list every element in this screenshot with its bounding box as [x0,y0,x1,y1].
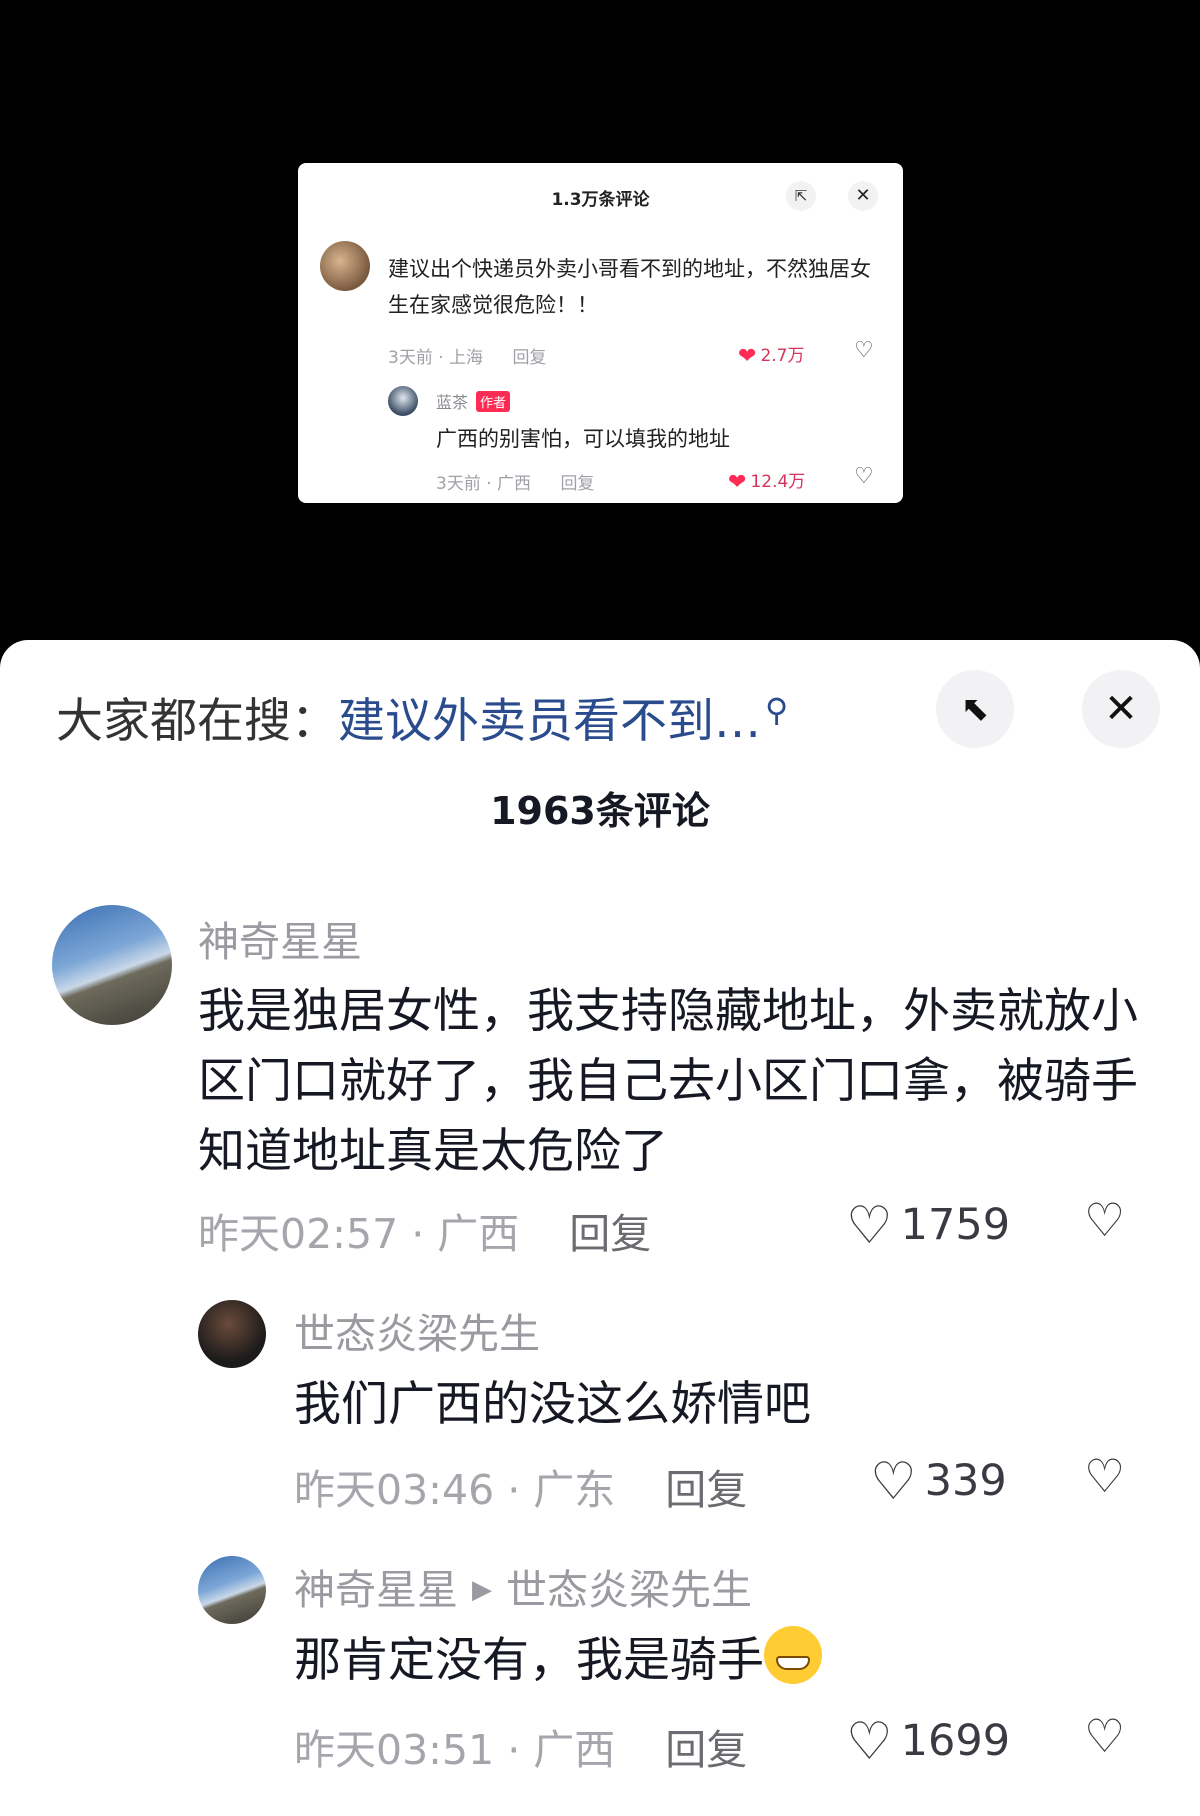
broken-heart-icon: ♡ [854,464,874,489]
author-reply-meta: 3天前 · 广西 回复 [436,469,618,494]
trending-search[interactable]: 大家都在搜：建议外卖员看不到… ⚲ [56,682,788,751]
like-count: ❤ 12.4万 [728,470,806,495]
comment-text: 我们广西的没这么娇情吧 [294,1377,811,1432]
like-count: ❤ 2.7万 [738,344,805,369]
comment-sheet: 大家都在搜：建议外卖员看不到… ⚲ ⬉ ✕ 1963条评论 神奇星星 我是独居女性… [0,640,1200,1816]
comment-meta: 昨天03:51 · 广西 回复 [294,1716,747,1776]
comment-text: 我是独居女性，我支持隐藏地址，外卖就放小区门口就好了，我自己去小区门口拿，被骑手… [198,984,1138,1179]
broken-heart-icon: ♡ [1084,1449,1126,1503]
avatar[interactable] [52,905,172,1025]
like-count: 339 [924,1456,1007,1506]
heart-filled-icon: ❤ [738,344,757,369]
reply-button[interactable]: 回复 [569,1210,651,1258]
like-button[interactable]: ♡ 1699 [846,1712,1010,1772]
heart-icon: ♡ [846,1712,893,1772]
like-count: 1699 [900,1716,1011,1766]
shrink-icon: ⇱ [786,181,816,211]
embedded-comment-meta: 3天前 · 上海 回复 [388,343,570,368]
embedded-comment-screenshot: 1.3万条评论 ⇱ ✕ 建议出个快递员外卖小哥看不到的地址，不然独居女生在家感觉… [298,163,903,503]
author-badge: 作者 [476,391,511,412]
broken-heart-icon: ♡ [1084,1193,1126,1247]
comment-meta: 昨天02:57 · 广西 回复 [198,1200,651,1260]
broken-heart-icon: ♡ [1084,1709,1126,1763]
reply-to-name[interactable]: 世态炎梁先生 [506,1566,752,1614]
grin-emoji-icon [764,1626,822,1684]
avatar [388,386,418,416]
avatar[interactable] [198,1556,266,1624]
expand-button[interactable]: ⬉ [936,670,1014,748]
like-button[interactable]: ♡ 339 [870,1452,1007,1512]
expand-icon: ⬉ [960,689,990,729]
commenter-name[interactable]: 神奇星星 [198,908,362,968]
like-button[interactable]: ♡ 1759 [846,1196,1010,1256]
reply-button[interactable]: 回复 [665,1466,747,1514]
comment-time: 3天前 · 广西 [436,474,532,494]
dislike-button[interactable]: ♡ [1084,1709,1125,1763]
avatar[interactable] [198,1300,266,1368]
author-reply-text: 广西的别害怕，可以填我的地址 [436,427,730,451]
dislike-button[interactable]: ♡ [1084,1449,1125,1503]
reply-link: 回复 [512,348,547,368]
heart-icon: ♡ [870,1452,917,1512]
close-icon: ✕ [1104,686,1138,732]
close-icon: ✕ [848,181,878,211]
avatar [320,241,370,291]
reply-button[interactable]: 回复 [665,1726,747,1774]
comment-count-title: 1963条评论 [490,789,710,833]
close-button[interactable]: ✕ [1082,670,1160,748]
dislike-button[interactable]: ♡ [1084,1193,1125,1247]
comment-time: 昨天03:46 · 广东 [294,1466,616,1514]
comment-meta: 昨天03:46 · 广东 回复 [294,1456,747,1516]
comment-text: 那肯定没有，我是骑手 [294,1626,1154,1696]
search-term-link[interactable]: 建议外卖员看不到… [338,694,761,749]
reply-link: 回复 [560,474,595,494]
heart-filled-icon: ❤ [728,470,747,495]
search-icon[interactable]: ⚲ [765,691,788,729]
search-label: 大家都在搜： [56,694,338,749]
author-name: 蓝茶 作者 [436,389,511,413]
like-count: 1759 [900,1200,1011,1250]
comment-time: 3天前 · 上海 [388,348,484,368]
broken-heart-icon: ♡ [854,338,874,363]
reply-arrow-icon: ▶ [472,1575,492,1605]
heart-icon: ♡ [846,1196,893,1256]
video-area[interactable]: 1.3万条评论 ⇱ ✕ 建议出个快递员外卖小哥看不到的地址，不然独居女生在家感觉… [0,0,1200,640]
commenter-name[interactable]: 神奇星星 [294,1566,458,1614]
embedded-comment-text: 建议出个快递员外卖小哥看不到的地址，不然独居女生在家感觉很危险！！ [388,257,871,317]
comment-time: 昨天02:57 · 广西 [198,1210,520,1258]
comment-time: 昨天03:51 · 广西 [294,1726,616,1774]
commenter-name[interactable]: 世态炎梁先生 [294,1300,540,1360]
commenter-name-reply-chain: 神奇星星 ▶ 世态炎梁先生 [294,1556,752,1616]
